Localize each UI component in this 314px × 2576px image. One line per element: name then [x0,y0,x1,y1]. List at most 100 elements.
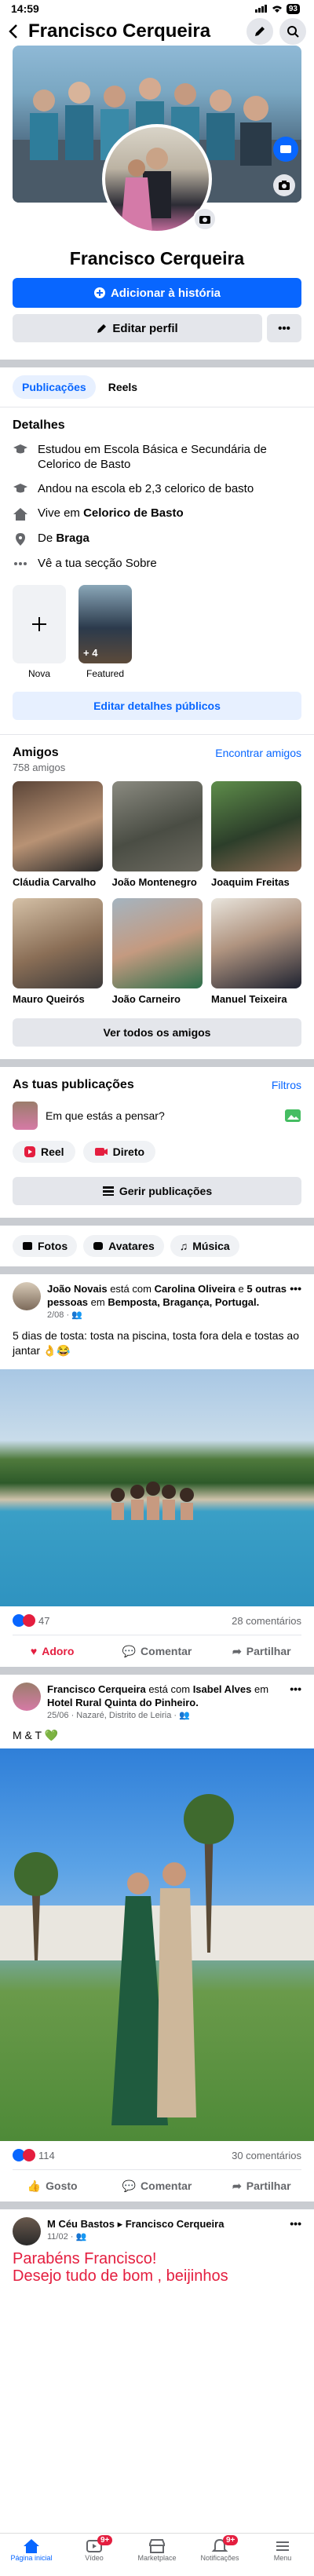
chip-photos[interactable]: Fotos [13,1235,78,1257]
add-story-button[interactable]: Adicionar à história [13,278,301,308]
detail-lives-prefix: Vive em [38,506,84,520]
post-more-icon[interactable]: ••• [290,1282,301,1295]
share-label: Partilhar [246,2180,291,2192]
comment-button[interactable]: 💬 Comentar [104,2180,209,2193]
nav-marketplace[interactable]: Marketplace [126,2534,188,2576]
reaction-count: 114 [38,2149,55,2161]
comment-count[interactable]: 28 comentários [232,1615,301,1627]
avatar-icon [93,1241,104,1251]
nav-menu[interactable]: Menu [251,2534,314,2576]
post-more-icon[interactable]: ••• [290,2217,301,2230]
friend-card[interactable]: Joaquim Freitas [211,781,301,889]
friend-card[interactable]: Manuel Teixeira [211,898,301,1006]
avatar[interactable] [13,1282,41,1310]
more-icon: ••• [278,321,290,335]
post: João Novais está com Carolina Oliveira e… [0,1274,314,1667]
post-stats: 47 28 comentários [0,1606,314,1635]
featured-new[interactable]: Nova [13,585,66,679]
tab-publicacoes[interactable]: Publicações [13,375,96,399]
friend-card[interactable]: João Carneiro [111,898,203,1006]
see-about-link[interactable]: Vê a tua secção Sobre [0,551,314,575]
post-target[interactable]: Francisco Cerqueira [126,2218,225,2230]
profile-camera-icon[interactable] [193,207,217,231]
comment-label: Comentar [141,1645,192,1657]
avatar[interactable] [13,2217,41,2245]
featured-new-tile [13,585,66,663]
love-button[interactable]: ♥ Adoro [0,1645,104,1657]
manage-posts-button[interactable]: Gerir publicações [13,1177,301,1205]
comment-button[interactable]: 💬 Comentar [104,1645,209,1658]
post-author[interactable]: Francisco Cerqueira [47,1683,146,1695]
find-friends-link[interactable]: Encontrar amigos [215,747,301,759]
reel-button[interactable]: Reel [13,1141,75,1163]
section-divider [0,2201,314,2209]
messenger-icon[interactable] [273,137,298,162]
detail-from-prefix: De [38,532,57,545]
photo-icon[interactable] [284,1108,301,1124]
tab-reels[interactable]: Reels [99,375,147,399]
post-place[interactable]: Hotel Rural Quinta do Pinheiro [47,1697,195,1708]
post-place[interactable]: Bemposta, Bragança, Portugal [108,1296,256,1308]
post-photo[interactable] [0,1369,314,1606]
like-button[interactable]: 👍 Gosto [0,2180,104,2193]
post: Francisco Cerqueira está com Isabel Alve… [0,1675,314,2201]
manage-posts-label: Gerir publicações [119,1185,213,1197]
share-button[interactable]: ➦ Partilhar [210,1645,314,1658]
chip-avatars[interactable]: Avatares [83,1235,164,1257]
post-more-icon[interactable]: ••• [290,1683,301,1695]
avatar [13,1102,38,1130]
plus-icon [30,615,49,634]
graduation-cap-icon [13,481,31,495]
live-video-icon [94,1146,108,1157]
friend-card[interactable]: Cláudia Carvalho [13,781,103,889]
post-author[interactable]: João Novais [47,1283,108,1295]
detail-lives-place[interactable]: Celorico de Basto [83,506,184,520]
avatar[interactable] [13,1683,41,1711]
see-about-label: Vê a tua secção Sobre [38,557,157,570]
nav-home[interactable]: Página inicial [0,2534,63,2576]
live-label: Direto [112,1145,145,1158]
friends-count: 758 amigos [13,762,66,773]
search-icon[interactable] [279,18,306,45]
reactions-summary[interactable]: 47 [13,1614,49,1627]
featured-collection[interactable]: + 4 Featured [78,585,132,679]
edit-public-details-button[interactable]: Editar detalhes públicos [13,692,301,720]
friends-section: Amigos Encontrar amigos 758 amigos Cláud… [0,735,314,1047]
your-posts-section: As tuas publicações Filtros Em que estás… [0,1067,314,1205]
status-time: 14:59 [11,2,39,15]
post-photo[interactable] [0,1748,314,2141]
back-icon[interactable] [8,24,19,39]
pencil-icon [97,323,108,334]
nav-video[interactable]: 9+ Vídeo [63,2534,126,2576]
friend-card[interactable]: Mauro Queirós [13,898,103,1006]
post-arrow: ▸ [114,2218,126,2230]
edit-profile-button[interactable]: Editar perfil [13,314,262,342]
reactions-summary[interactable]: 114 [13,2149,55,2161]
plus-circle-icon [93,287,106,299]
post-date: 2/08 · [47,1310,72,1320]
post-tagged[interactable]: Carolina Oliveira [155,1283,236,1295]
detail-from-place[interactable]: Braga [56,532,89,545]
more-options-button[interactable]: ••• [267,314,301,342]
post-and: e [235,1283,247,1295]
your-posts-header: As tuas publicações Filtros [13,1078,301,1092]
see-all-friends-button[interactable]: Ver todos os amigos [13,1018,301,1047]
cover-camera-icon[interactable] [273,174,295,196]
post-text-line-1: Parabéns Francisco! [13,2250,157,2267]
friend-name: João Carneiro [111,993,181,1005]
friend-photo [13,898,103,988]
post-author[interactable]: M Céu Bastos [47,2218,115,2230]
friend-card[interactable]: João Montenegro [111,781,203,889]
edit-icon[interactable] [246,18,273,45]
share-button[interactable]: ➦ Partilhar [210,2180,314,2193]
chip-music[interactable]: ♫ Música [170,1235,239,1257]
friend-name: Joaquim Freitas [211,876,290,888]
composer[interactable]: Em que estás a pensar? [13,1102,301,1130]
nav-notifications[interactable]: 9+ Notificações [188,2534,251,2576]
filters-link[interactable]: Filtros [272,1079,301,1091]
photos-icon [22,1241,33,1251]
post-tagged[interactable]: Isabel Alves [193,1683,252,1695]
nav-video-badge: 9+ [97,2535,113,2545]
live-button[interactable]: Direto [82,1141,156,1163]
comment-count[interactable]: 30 comentários [232,2150,301,2161]
